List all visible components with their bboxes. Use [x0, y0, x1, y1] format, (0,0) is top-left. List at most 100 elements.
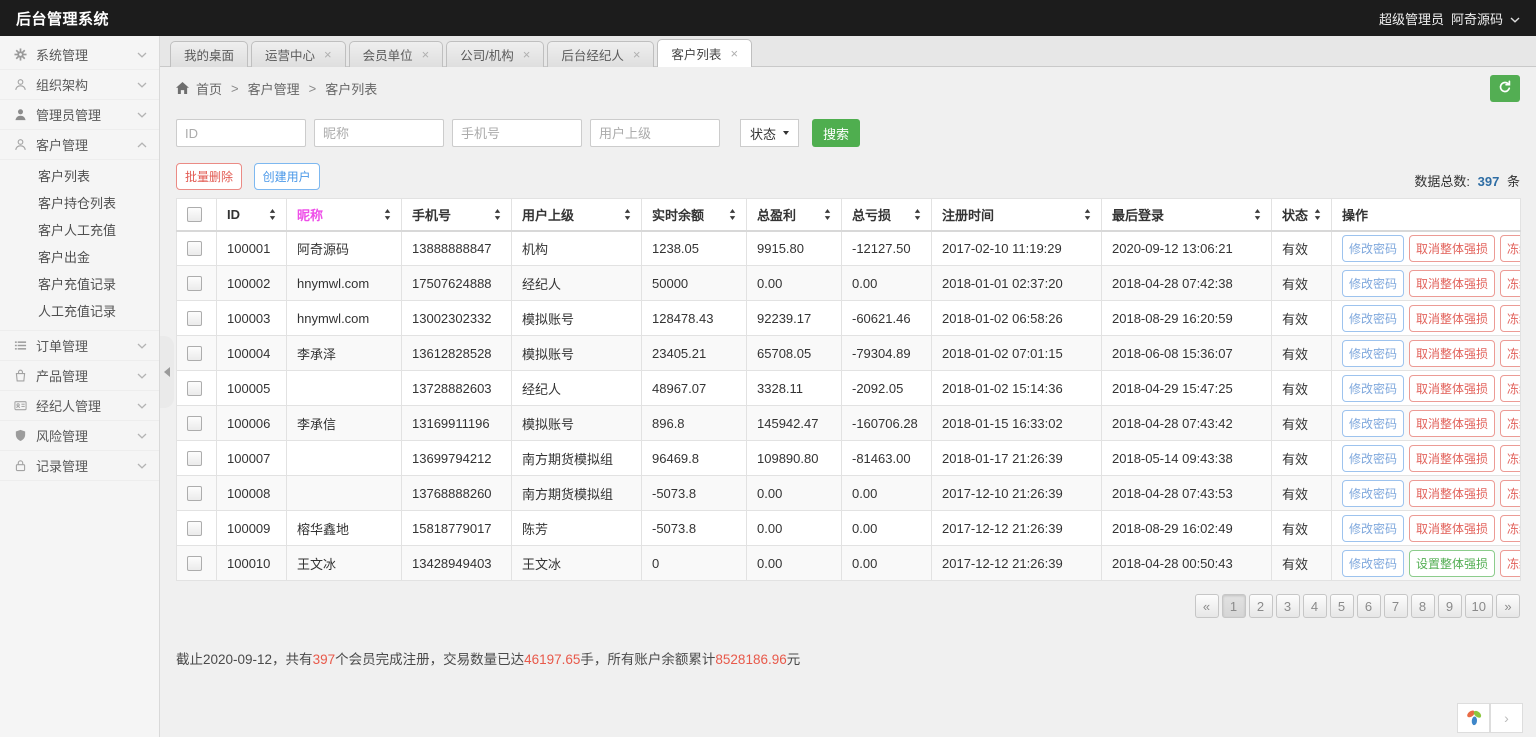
pagination-page-3[interactable]: 3 [1276, 594, 1300, 618]
action-change-password-button[interactable]: 修改密码 [1342, 340, 1404, 367]
action-freeze-button[interactable]: 冻结 [1500, 480, 1520, 507]
sort-icon[interactable] [914, 209, 921, 220]
sort-icon[interactable] [824, 209, 831, 220]
action-cancel-stop-button[interactable]: 取消整体强损 [1409, 515, 1495, 542]
close-icon[interactable]: × [422, 48, 430, 61]
pagination-page-10[interactable]: 10 [1465, 594, 1493, 618]
pagination-page-4[interactable]: 4 [1303, 594, 1327, 618]
row-checkbox[interactable] [187, 486, 202, 501]
action-change-password-button[interactable]: 修改密码 [1342, 515, 1404, 542]
sort-icon[interactable] [624, 209, 631, 220]
close-icon[interactable]: × [523, 48, 531, 61]
status-select[interactable]: 状态 [740, 119, 799, 147]
col-header-status[interactable]: 状态 [1272, 199, 1332, 231]
id-filter-input[interactable] [176, 119, 306, 147]
tab-1[interactable]: 我的桌面 [170, 41, 248, 67]
action-freeze-button[interactable]: 冻结 [1500, 235, 1520, 262]
search-button[interactable]: 搜索 [812, 119, 860, 147]
action-cancel-stop-button[interactable]: 取消整体强损 [1409, 305, 1495, 332]
action-change-password-button[interactable]: 修改密码 [1342, 550, 1404, 577]
action-change-password-button[interactable]: 修改密码 [1342, 305, 1404, 332]
pagination-page-7[interactable]: 7 [1384, 594, 1408, 618]
row-checkbox[interactable] [187, 556, 202, 571]
sidebar-item-6[interactable]: 产品管理 [0, 361, 159, 391]
action-change-password-button[interactable]: 修改密码 [1342, 270, 1404, 297]
action-cancel-stop-button[interactable]: 取消整体强损 [1409, 480, 1495, 507]
action-freeze-button[interactable]: 冻结 [1500, 410, 1520, 437]
action-change-password-button[interactable]: 修改密码 [1342, 375, 1404, 402]
col-header-balance[interactable]: 实时余额 [642, 199, 747, 231]
tab-2[interactable]: 运营中心× [251, 41, 346, 67]
action-cancel-stop-button[interactable]: 取消整体强损 [1409, 445, 1495, 472]
sidebar-item-2[interactable]: 组织架构 [0, 70, 159, 100]
sort-icon[interactable] [1084, 209, 1091, 220]
action-freeze-button[interactable]: 冻结 [1500, 550, 1520, 577]
action-cancel-stop-button[interactable]: 取消整体强损 [1409, 375, 1495, 402]
pagination-page-9[interactable]: 9 [1438, 594, 1462, 618]
action-cancel-stop-button[interactable]: 取消整体强损 [1409, 235, 1495, 262]
sidebar-subitem-3[interactable]: 客户人工充值 [0, 217, 159, 244]
row-checkbox[interactable] [187, 346, 202, 361]
col-header-last_login[interactable]: 最后登录 [1102, 199, 1272, 231]
pagination-page-5[interactable]: 5 [1330, 594, 1354, 618]
action-freeze-button[interactable]: 冻结 [1500, 270, 1520, 297]
action-set-stop-button[interactable]: 设置整体强损 [1409, 550, 1495, 577]
action-change-password-button[interactable]: 修改密码 [1342, 235, 1404, 262]
tab-4[interactable]: 公司/机构× [446, 41, 544, 67]
select-all-checkbox[interactable] [187, 207, 202, 222]
row-checkbox[interactable] [187, 416, 202, 431]
refresh-button[interactable] [1490, 75, 1520, 102]
action-change-password-button[interactable]: 修改密码 [1342, 410, 1404, 437]
sidebar-subitem-5[interactable]: 客户充值记录 [0, 271, 159, 298]
sidebar-subitem-2[interactable]: 客户持仓列表 [0, 190, 159, 217]
sidebar-subitem-6[interactable]: 人工充值记录 [0, 298, 159, 325]
row-checkbox[interactable] [187, 451, 202, 466]
row-checkbox[interactable] [187, 241, 202, 256]
col-header-profit[interactable]: 总盈利 [747, 199, 842, 231]
row-checkbox[interactable] [187, 521, 202, 536]
sort-icon[interactable] [1254, 209, 1261, 220]
row-checkbox[interactable] [187, 311, 202, 326]
sidebar-item-3[interactable]: 管理员管理 [0, 100, 159, 130]
col-header-id[interactable]: ID [217, 199, 287, 231]
row-checkbox[interactable] [187, 381, 202, 396]
parent-filter-input[interactable] [590, 119, 720, 147]
action-freeze-button[interactable]: 冻结 [1500, 305, 1520, 332]
sort-icon[interactable] [729, 209, 736, 220]
chat-widget-logo[interactable] [1457, 703, 1490, 733]
col-header-loss[interactable]: 总亏损 [842, 199, 932, 231]
action-freeze-button[interactable]: 冻结 [1500, 515, 1520, 542]
pagination-page-2[interactable]: 2 [1249, 594, 1273, 618]
sidebar-subitem-4[interactable]: 客户出金 [0, 244, 159, 271]
tab-5[interactable]: 后台经纪人× [547, 41, 654, 67]
close-icon[interactable]: × [633, 48, 641, 61]
action-change-password-button[interactable]: 修改密码 [1342, 480, 1404, 507]
col-header-registered[interactable]: 注册时间 [932, 199, 1102, 231]
sort-icon[interactable] [494, 209, 501, 220]
row-checkbox[interactable] [187, 276, 202, 291]
nickname-filter-input[interactable] [314, 119, 444, 147]
create-user-button[interactable]: 创建用户 [254, 163, 320, 190]
sort-icon[interactable] [384, 209, 391, 220]
sort-icon[interactable] [1314, 209, 1321, 220]
pagination-prev[interactable]: « [1195, 594, 1219, 618]
sidebar-subitem-1[interactable]: 客户列表 [0, 163, 159, 190]
action-freeze-button[interactable]: 冻结 [1500, 375, 1520, 402]
sort-icon[interactable] [269, 209, 276, 220]
col-header-phone[interactable]: 手机号 [402, 199, 512, 231]
action-change-password-button[interactable]: 修改密码 [1342, 445, 1404, 472]
action-cancel-stop-button[interactable]: 取消整体强损 [1409, 340, 1495, 367]
action-freeze-button[interactable]: 冻结 [1500, 340, 1520, 367]
pagination-page-8[interactable]: 8 [1411, 594, 1435, 618]
col-header-parent[interactable]: 用户上级 [512, 199, 642, 231]
sidebar-item-1[interactable]: 系统管理 [0, 40, 159, 70]
sidebar-item-7[interactable]: 经纪人管理 [0, 391, 159, 421]
sidebar-item-9[interactable]: 记录管理 [0, 451, 159, 481]
sidebar-item-4[interactable]: 客户管理 [0, 130, 159, 160]
col-header-nickname[interactable]: 昵称 [287, 199, 402, 231]
chat-widget-expand-button[interactable]: › [1490, 703, 1523, 733]
tab-3[interactable]: 会员单位× [349, 41, 444, 67]
close-icon[interactable]: × [324, 48, 332, 61]
batch-delete-button[interactable]: 批量删除 [176, 163, 242, 190]
close-icon[interactable]: × [730, 47, 738, 60]
